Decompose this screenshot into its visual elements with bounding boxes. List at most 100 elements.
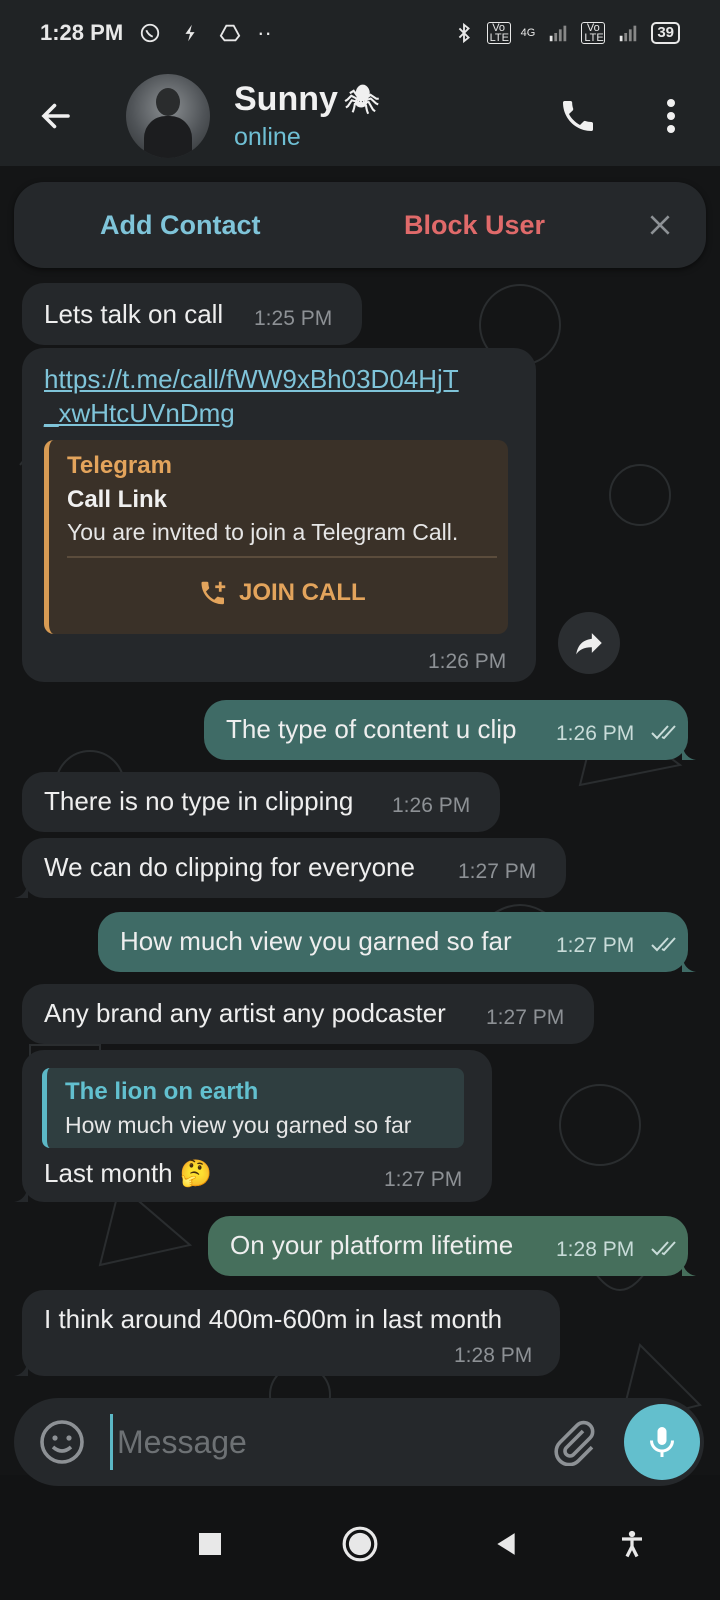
signal-icon-2	[620, 25, 637, 42]
message-text: I think around 400m-600m in last month	[44, 1304, 503, 1334]
status-time: 1:28 PM	[40, 20, 124, 45]
link-preview[interactable]: Telegram Call Link You are invited to jo…	[44, 440, 508, 634]
message-text: We can do clipping for everyone	[44, 852, 415, 882]
phone-plus-icon	[201, 581, 226, 605]
message-bubble-reply[interactable]: The lion on earth How much view you garn…	[14, 1050, 492, 1202]
back-nav-button[interactable]	[478, 1516, 534, 1572]
message-text: Any brand any artist any podcaster	[44, 998, 446, 1028]
microphone-icon	[650, 1427, 674, 1457]
reply-text: How much view you garned so far	[65, 1112, 412, 1138]
status-bar: 1:28 PM ·· Vo LTE 4G Vo LTE 39	[0, 0, 720, 66]
reply-author: The lion on earth	[65, 1078, 259, 1105]
spider-emoji: 🕷	[343, 84, 380, 115]
message-time: 1:26 PM	[556, 722, 635, 745]
bubble-tail	[682, 744, 696, 760]
chat-header: Sunny 🕷 online	[0, 66, 720, 166]
contact-info[interactable]: Sunny 🕷 online	[234, 80, 379, 152]
message-bubble-outgoing[interactable]: The type of content u clip 1:26 PM	[204, 700, 696, 760]
double-check-icon	[651, 1241, 676, 1256]
message-time: 1:28 PM	[556, 1238, 635, 1261]
message-text: Lets talk on call	[44, 299, 224, 329]
message-bubble[interactable]: There is no type in clipping 1:26 PM	[22, 772, 500, 832]
join-call-button[interactable]: JOIN CALL	[199, 578, 366, 608]
reply-quote[interactable]: The lion on earth How much view you garn…	[42, 1068, 464, 1148]
preview-title: Call Link	[67, 486, 168, 513]
volte-label-1: Vo LTE	[486, 22, 511, 44]
message-text: On your platform lifetime	[230, 1230, 514, 1260]
preview-description: You are invited to join a Telegram Call.	[67, 519, 459, 545]
message-input[interactable]	[110, 1414, 530, 1470]
call-link-line-1: https://t.me/call/fWW9xBh03D04HjT	[44, 364, 459, 394]
message-time: 1:26 PM	[428, 650, 507, 673]
call-button[interactable]	[550, 88, 606, 144]
message-time: 1:25 PM	[254, 307, 333, 330]
arrow-left-icon	[41, 103, 70, 129]
message-bubble-link[interactable]: https://t.me/call/fWW9xBh03D04HjT _xwHtc…	[22, 348, 536, 682]
bubble-tail	[14, 1186, 28, 1202]
bolt-icon	[185, 24, 195, 42]
message-text: There is no type in clipping	[44, 786, 354, 816]
signal-icon	[550, 25, 567, 42]
bubble-tail	[682, 956, 696, 972]
message-bubble-outgoing[interactable]: How much view you garned so far 1:27 PM	[98, 912, 696, 972]
message-bubble[interactable]: Lets talk on call 1:25 PM	[22, 283, 362, 345]
drive-icon	[219, 24, 241, 42]
message-time: 1:27 PM	[458, 860, 537, 883]
close-icon	[650, 215, 670, 235]
more-menu-button[interactable]	[646, 88, 696, 144]
message-composer	[14, 1398, 704, 1486]
more-vertical-icon	[667, 99, 675, 133]
block-user-button[interactable]: Block User	[404, 210, 545, 241]
contact-status: online	[234, 123, 301, 151]
message-time: 1:27 PM	[556, 934, 635, 957]
join-call-label: JOIN CALL	[239, 579, 366, 606]
call-link-line-2: _xwHtcUVnDmg	[44, 398, 235, 428]
more-notifications-icon: ··	[257, 20, 272, 45]
message-time: 1:28 PM	[454, 1344, 533, 1367]
contact-action-bar: Add Contact Block User	[14, 182, 706, 268]
home-button[interactable]	[332, 1516, 388, 1572]
preview-site-name: Telegram	[67, 452, 172, 479]
add-contact-button[interactable]: Add Contact	[100, 210, 260, 241]
call-link[interactable]: https://t.me/call/fWW9xBh03D04HjT _xwHtc…	[44, 362, 459, 430]
triangle-back-icon	[497, 1533, 515, 1555]
message-bubble-outgoing[interactable]: On your platform lifetime 1:28 PM	[208, 1216, 696, 1276]
message-bubble[interactable]: Any brand any artist any podcaster 1:27 …	[22, 984, 594, 1044]
network-label: 4G	[520, 27, 536, 39]
avatar[interactable]	[126, 74, 210, 158]
bluetooth-icon	[458, 22, 470, 44]
share-button[interactable]	[558, 612, 620, 674]
smiley-icon[interactable]	[38, 1418, 86, 1466]
square-icon	[199, 1533, 221, 1555]
contact-name-text: Sunny	[234, 80, 338, 118]
whatsapp-icon	[140, 23, 160, 43]
bubble-tail	[682, 1260, 696, 1276]
contact-name: Sunny 🕷	[234, 80, 379, 119]
paperclip-icon[interactable]	[550, 1418, 598, 1466]
accessibility-button[interactable]	[604, 1516, 660, 1572]
bubble-tail	[14, 882, 28, 898]
status-right-icons: Vo LTE 4G Vo LTE 39	[451, 22, 680, 44]
message-text: Last month 🤔	[44, 1158, 213, 1188]
volte-label-2: Vo LTE	[581, 22, 606, 44]
back-button[interactable]	[28, 88, 84, 144]
double-check-icon	[651, 937, 676, 952]
bubble-tail	[14, 1360, 28, 1376]
recents-button[interactable]	[182, 1516, 238, 1572]
message-time: 1:27 PM	[486, 1006, 565, 1029]
message-time: 1:26 PM	[392, 794, 471, 817]
message-time: 1:27 PM	[384, 1168, 463, 1191]
system-nav-bar	[0, 1488, 720, 1600]
accessibility-icon	[622, 1530, 642, 1558]
double-check-icon	[651, 725, 676, 740]
microphone-button[interactable]	[624, 1404, 700, 1480]
close-action-bar-button[interactable]	[642, 207, 678, 243]
message-bubble[interactable]: We can do clipping for everyone 1:27 PM	[14, 838, 566, 898]
message-bubble[interactable]: I think around 400m-600m in last month 1…	[14, 1290, 560, 1376]
phone-icon	[563, 101, 593, 131]
preview-divider	[67, 556, 497, 558]
notification-icons: ··	[137, 20, 272, 46]
message-text: How much view you garned so far	[120, 926, 512, 956]
battery-indicator: 39	[651, 22, 680, 44]
circle-icon	[342, 1526, 378, 1562]
